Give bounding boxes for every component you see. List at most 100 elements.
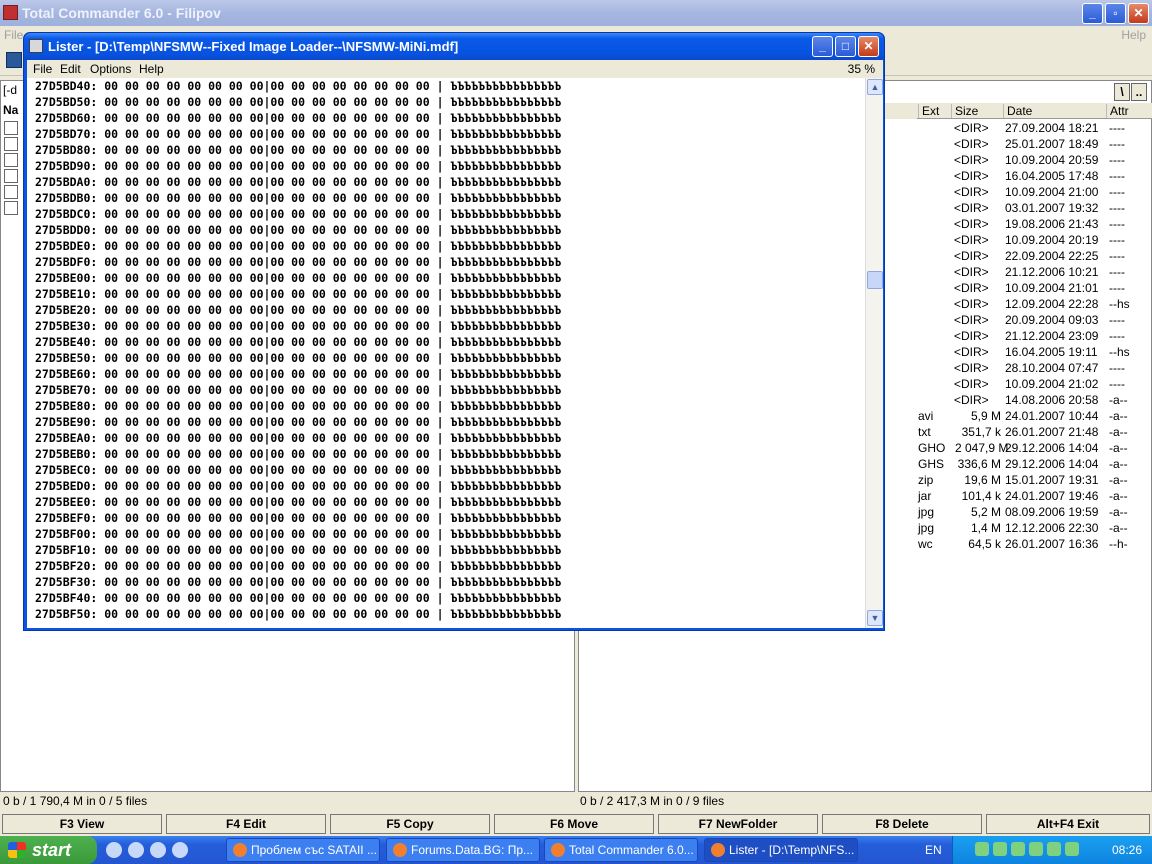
taskbar-task[interactable]: Total Commander 6.0...	[544, 838, 698, 862]
lister-minimize-button[interactable]: _	[812, 36, 833, 57]
file-row[interactable]: <DIR> 25.01.2007 18:49 ----	[917, 137, 1152, 153]
fkey-button[interactable]: Alt+F4 Exit	[986, 814, 1150, 834]
taskbar: start Проблем със SATAII ... Forums.Data.…	[0, 836, 1152, 864]
fkey-button[interactable]: F3 View	[2, 814, 162, 834]
file-row[interactable]: <DIR> 20.09.2004 09:03 ----	[917, 313, 1152, 329]
root-button[interactable]: \	[1114, 83, 1130, 101]
desktop-icon[interactable]	[106, 842, 122, 858]
file-row[interactable]: <DIR> 10.09.2004 21:02 ----	[917, 377, 1152, 393]
file-row[interactable]: <DIR> 14.08.2006 20:58 -a--	[917, 393, 1152, 409]
left-name-column[interactable]: Na	[3, 103, 18, 117]
main-titlebar[interactable]: Total Commander 6.0 - Filipov _ ▫ ✕	[0, 0, 1152, 26]
fkey-button[interactable]: F4 Edit	[166, 814, 326, 834]
scroll-thumb[interactable]	[867, 271, 883, 289]
tc-icon[interactable]	[128, 842, 144, 858]
file-row[interactable]: wc 64,5 k 26.01.2007 16:36 --h-	[917, 537, 1152, 553]
lister-menu-help[interactable]: Help	[139, 62, 164, 76]
file-row[interactable]: GHS 336,6 M 29.12.2006 14:04 -a--	[917, 457, 1152, 473]
lister-vertical-scrollbar[interactable]: ▲ ▼	[865, 78, 883, 628]
fkey-button[interactable]: F6 Move	[494, 814, 654, 834]
hex-divider: |	[429, 607, 451, 621]
lister-close-button[interactable]: ✕	[858, 36, 879, 57]
hex-offset: 27D5BD80	[35, 143, 91, 157]
file-row[interactable]: <DIR> 16.04.2005 19:11 --hs	[917, 345, 1152, 361]
file-row[interactable]: <DIR> 10.09.2004 20:19 ----	[917, 233, 1152, 249]
lister-titlebar[interactable]: Lister - [D:\Temp\NFSMW--Fixed Image Loa…	[24, 33, 884, 60]
ie-icon[interactable]	[150, 842, 166, 858]
file-size: <DIR>	[954, 281, 989, 295]
path-buttons: \..	[1113, 83, 1147, 101]
file-attr: -a--	[1109, 425, 1128, 439]
column-size[interactable]: Size	[951, 104, 978, 118]
file-row[interactable]: <DIR> 22.09.2004 22:25 ----	[917, 249, 1152, 265]
file-row[interactable]: <DIR> 21.12.2006 10:21 ----	[917, 265, 1152, 281]
file-row[interactable]: <DIR> 12.09.2004 22:28 --hs	[917, 297, 1152, 313]
hex-sep: :	[90, 399, 105, 413]
hex-view[interactable]: 27D5BD40: 00 00 00 00 00 00 00 00|00 00 …	[27, 78, 865, 628]
file-row[interactable]: jpg 1,4 M 12.12.2006 22:30 -a--	[917, 521, 1152, 537]
refresh-icon[interactable]	[6, 52, 22, 68]
scroll-up-arrow[interactable]: ▲	[867, 79, 883, 95]
file-size: <DIR>	[954, 121, 989, 135]
restore-button[interactable]: ▫	[1105, 3, 1126, 24]
file-row[interactable]: <DIR> 27.09.2004 18:21 ----	[917, 121, 1152, 137]
fkey-button[interactable]: F7 NewFolder	[658, 814, 818, 834]
fkey-button[interactable]: F8 Delete	[822, 814, 982, 834]
hex-sep: :	[90, 351, 105, 365]
column-attr[interactable]: Attr	[1106, 104, 1129, 118]
fkey-button[interactable]: F5 Copy	[330, 814, 490, 834]
parent-button[interactable]: ..	[1131, 83, 1147, 101]
file-row[interactable]: txt 351,7 k 26.01.2007 21:48 -a--	[917, 425, 1152, 441]
hex-divider: |	[429, 191, 451, 205]
lister-window[interactable]: Lister - [D:\Temp\NFSMW--Fixed Image Loa…	[23, 32, 885, 631]
lister-menu-options[interactable]: Options	[90, 62, 131, 76]
language-indicator[interactable]: EN	[925, 843, 942, 857]
hex-sep: :	[90, 239, 105, 253]
firefox-icon[interactable]	[172, 842, 188, 858]
file-row[interactable]: <DIR> 19.08.2006 21:43 ----	[917, 217, 1152, 233]
taskbar-task[interactable]: Forums.Data.BG: Пр...	[386, 838, 540, 862]
hex-sep: :	[90, 335, 105, 349]
tray-app-icon[interactable]	[1065, 842, 1079, 856]
file-date: 28.10.2004 07:47	[1005, 361, 1099, 375]
lister-menu-edit[interactable]: Edit	[60, 62, 81, 76]
taskbar-task[interactable]: Lister - [D:\Temp\NFS...	[704, 838, 858, 862]
hex-bytes: 00 00 00 00 00 00 00 00|00 00 00 00 00 0…	[104, 479, 430, 493]
scroll-down-arrow[interactable]: ▼	[867, 610, 883, 626]
column-date[interactable]: Date	[1003, 104, 1032, 118]
file-row[interactable]: avi 5,9 M 24.01.2007 10:44 -a--	[917, 409, 1152, 425]
column-ext[interactable]: Ext	[918, 104, 939, 118]
file-row[interactable]: GHO 2 047,9 M 29.12.2006 14:04 -a--	[917, 441, 1152, 457]
file-row[interactable]: jar 101,4 k 24.01.2007 19:46 -a--	[917, 489, 1152, 505]
tray-app-icon[interactable]	[1047, 842, 1061, 856]
clock[interactable]: 08:26	[1112, 843, 1142, 857]
file-row[interactable]: jpg 5,2 M 08.09.2006 19:59 -a--	[917, 505, 1152, 521]
file-row[interactable]: zip 19,6 M 15.01.2007 19:31 -a--	[917, 473, 1152, 489]
file-row[interactable]: <DIR> 03.01.2007 19:32 ----	[917, 201, 1152, 217]
tray-app-icon[interactable]	[975, 842, 989, 856]
lister-maximize-button[interactable]: □	[835, 36, 856, 57]
file-row[interactable]: <DIR> 28.10.2004 07:47 ----	[917, 361, 1152, 377]
file-size: <DIR>	[954, 233, 989, 247]
menu-file[interactable]: File	[4, 28, 23, 42]
taskbar-task[interactable]: Проблем със SATAII ...	[226, 838, 380, 862]
file-row[interactable]: <DIR> 16.04.2005 17:48 ----	[917, 169, 1152, 185]
tray-app-icon[interactable]	[993, 842, 1007, 856]
file-row[interactable]: <DIR> 10.09.2004 20:59 ----	[917, 153, 1152, 169]
start-button[interactable]: start	[0, 836, 97, 864]
file-date: 19.08.2006 21:43	[1005, 217, 1099, 231]
hex-bytes: 00 00 00 00 00 00 00 00|00 00 00 00 00 0…	[104, 319, 430, 333]
minimize-button[interactable]: _	[1082, 3, 1103, 24]
lister-menu-file[interactable]: File	[33, 62, 52, 76]
hex-ascii: ЪЪЪЪЪЪЪЪЪЪЪЪЪЪЪЪ	[450, 239, 562, 253]
file-row[interactable]: <DIR> 21.12.2004 23:09 ----	[917, 329, 1152, 345]
left-drive-selector[interactable]: [-d	[3, 83, 17, 97]
hex-ascii: ЪЪЪЪЪЪЪЪЪЪЪЪЪЪЪЪ	[450, 399, 562, 413]
tray-app-icon[interactable]	[1029, 842, 1043, 856]
menu-help[interactable]: Help	[1121, 28, 1146, 42]
file-row[interactable]: <DIR> 10.09.2004 21:00 ----	[917, 185, 1152, 201]
hex-divider: |	[429, 79, 451, 93]
file-row[interactable]: <DIR> 10.09.2004 21:01 ----	[917, 281, 1152, 297]
tray-app-icon[interactable]	[1011, 842, 1025, 856]
close-button[interactable]: ✕	[1128, 3, 1149, 24]
